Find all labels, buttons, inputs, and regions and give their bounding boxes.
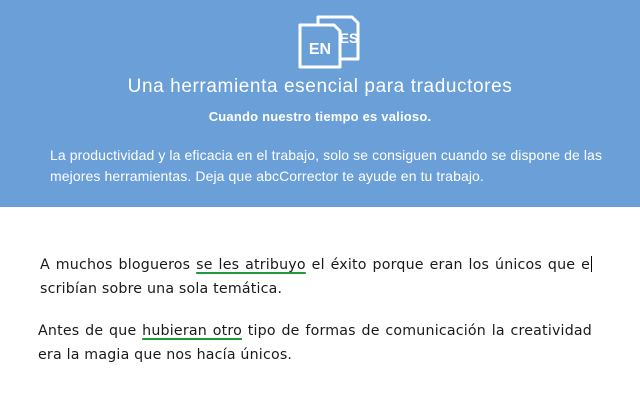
paragraph-text: el éxito porque eran los únicos que e <box>305 257 591 273</box>
text-cursor <box>590 256 592 272</box>
hero-headline: Una herramienta esencial para traductore… <box>127 76 513 97</box>
logo-text-es: ES <box>340 30 359 46</box>
document-paragraph[interactable]: A muchos blogueros se les atribuyo el éx… <box>40 253 592 301</box>
en-es-translate-icon: EN ES <box>298 15 360 69</box>
grammar-flag[interactable]: se les atribuyo <box>196 257 306 273</box>
paragraph-text: scribían sobre una sola temática. <box>40 281 283 297</box>
hero-subheadline: Cuando nuestro tiempo es valioso. <box>208 109 432 124</box>
logo-text-en: EN <box>309 41 331 58</box>
hero-banner: EN ES Una herramienta esencial para trad… <box>0 0 640 207</box>
hero-intro-text: La productividad y la eficacia en el tra… <box>50 147 603 184</box>
paragraph-text: A muchos blogueros <box>40 257 197 273</box>
document-paragraph[interactable]: Antes de que hubieran otro tipo de forma… <box>38 319 592 367</box>
paragraph-text: Antes de que <box>38 323 143 339</box>
grammar-flag[interactable]: hubieran otro <box>142 323 242 339</box>
document-editor[interactable]: A muchos blogueros se les atribuyo el éx… <box>38 253 592 367</box>
